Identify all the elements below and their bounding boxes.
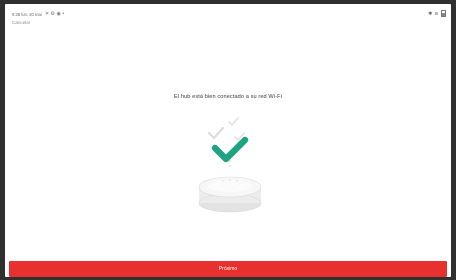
wifi-icon: ≋ (434, 10, 439, 17)
next-button[interactable]: Próximo (9, 261, 447, 277)
settings-icon: ⚙ (50, 11, 55, 17)
faded-check-icon (207, 117, 245, 141)
status-right: ✱ ≋ (428, 10, 446, 17)
cancel-button[interactable]: Cancelar (12, 20, 30, 25)
dot-icon: • (62, 11, 65, 17)
mail-icon: ✕ (44, 11, 50, 17)
battery-icon (440, 10, 446, 17)
phone-icon: ◉ (56, 11, 61, 17)
status-icons-left: ✕ ⚙ ◉ • (45, 11, 64, 17)
app-screen: 9:38 lun. 20 mai ✕ ⚙ ◉ • ✱ ≋ Cancelar El… (5, 4, 451, 277)
success-check-icon (211, 136, 249, 163)
connection-success-message: El hub está bien conectado a su red Wi-F… (174, 94, 282, 100)
device-frame: 9:38 lun. 20 mai ✕ ⚙ ◉ • ✱ ≋ Cancelar El… (0, 0, 456, 280)
status-time: 9:38 lun. 20 mai (12, 11, 42, 17)
hub-connected-illustration (198, 117, 262, 213)
hub-device-icon (198, 176, 262, 213)
status-bar: 9:38 lun. 20 mai ✕ ⚙ ◉ • ✱ ≋ (5, 4, 451, 18)
bluetooth-icon: ✱ (428, 10, 433, 17)
status-left: 9:38 lun. 20 mai ✕ ⚙ ◉ • (12, 11, 64, 17)
